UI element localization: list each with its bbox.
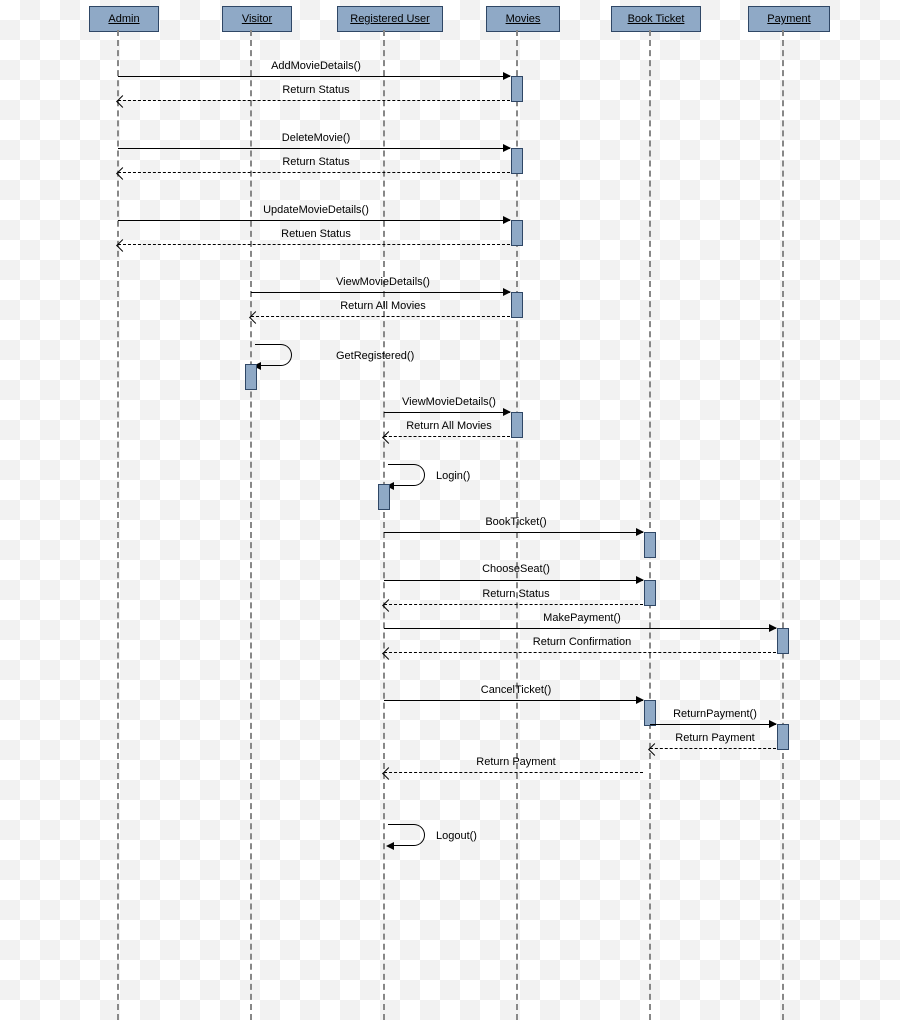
msg-visitor-view: ViewMovieDetails(): [336, 276, 430, 288]
activation-reg-login: [378, 484, 390, 510]
activation-ticket-3: [644, 700, 656, 726]
lifeline-visitor: [250, 30, 252, 1020]
participant-admin: Admin: [89, 6, 159, 32]
activation-payment-1: [777, 628, 789, 654]
arrow-delmovie-ret: [118, 172, 510, 173]
msg-chooseseat-ret: Return Status: [482, 588, 549, 600]
msg-chooseseat: ChooseSeat(): [482, 563, 550, 575]
arrow-visitor-view: [251, 292, 510, 293]
arrow-updmovie-ret: [118, 244, 510, 245]
msg-returnpayment: ReturnPayment(): [673, 708, 757, 720]
lifeline-payment: [782, 30, 784, 1020]
activation-movies-1: [511, 76, 523, 102]
activation-visitor-reg: [245, 364, 257, 390]
lifeline-reguser: [383, 30, 385, 1020]
arrow-returnpayment: [650, 724, 776, 725]
self-logout: [388, 824, 425, 846]
msg-makepayment-ret: Return Confirmation: [533, 636, 631, 648]
msg-logout: Logout(): [436, 830, 477, 842]
activation-movies-2: [511, 148, 523, 174]
msg-cancelticket: CancelTicket(): [481, 684, 552, 696]
arrow-addmovie: [118, 76, 510, 77]
arrow-bookticket: [384, 532, 643, 533]
self-login: [388, 464, 425, 486]
msg-returnpayment-ret: Return Payment: [675, 732, 754, 744]
msg-reg-view: ViewMovieDetails(): [402, 396, 496, 408]
msg-login: Login(): [436, 470, 470, 482]
arrow-updmovie: [118, 220, 510, 221]
activation-movies-5: [511, 412, 523, 438]
msg-visitor-view-ret: Return All Movies: [340, 300, 426, 312]
lifeline-admin: [117, 30, 119, 1020]
participant-reguser: Registered User: [337, 6, 443, 32]
arrow-returnpayment-reg: [384, 772, 643, 773]
msg-updmovie-ret: Retuen Status: [281, 228, 351, 240]
arrow-addmovie-ret: [118, 100, 510, 101]
msg-updmovie: UpdateMovieDetails(): [263, 204, 369, 216]
msg-addmovie-ret: Return Status: [282, 84, 349, 96]
msg-bookticket: BookTicket(): [485, 516, 546, 528]
msg-reg-view-ret: Return All Movies: [406, 420, 492, 432]
arrow-returnpayment-ret: [650, 748, 776, 749]
arrow-makepayment: [384, 628, 776, 629]
msg-makepayment: MakePayment(): [543, 612, 621, 624]
activation-ticket-2: [644, 580, 656, 606]
arrow-visitor-view-ret: [251, 316, 510, 317]
msg-returnpayment-reg: Return Payment: [476, 756, 555, 768]
sequence-diagram: Admin Visitor Registered User Movies Boo…: [0, 0, 900, 1020]
arrow-chooseseat: [384, 580, 643, 581]
activation-payment-2: [777, 724, 789, 750]
participant-movies: Movies: [486, 6, 560, 32]
activation-ticket-1: [644, 532, 656, 558]
participant-ticket: Book Ticket: [611, 6, 701, 32]
msg-getregistered: GetRegistered(): [336, 350, 414, 362]
msg-delmovie: DeleteMovie(): [282, 132, 350, 144]
activation-movies-3: [511, 220, 523, 246]
participant-payment: Payment: [748, 6, 830, 32]
arrow-delmovie: [118, 148, 510, 149]
arrow-chooseseat-ret: [384, 604, 643, 605]
participant-visitor: Visitor: [222, 6, 292, 32]
arrow-reg-view: [384, 412, 510, 413]
self-getregistered: [255, 344, 292, 366]
activation-movies-4: [511, 292, 523, 318]
arrow-makepayment-ret: [384, 652, 776, 653]
msg-addmovie: AddMovieDetails(): [271, 60, 361, 72]
arrow-cancelticket: [384, 700, 643, 701]
lifeline-ticket: [649, 30, 651, 1020]
arrow-reg-view-ret: [384, 436, 510, 437]
msg-delmovie-ret: Return Status: [282, 156, 349, 168]
